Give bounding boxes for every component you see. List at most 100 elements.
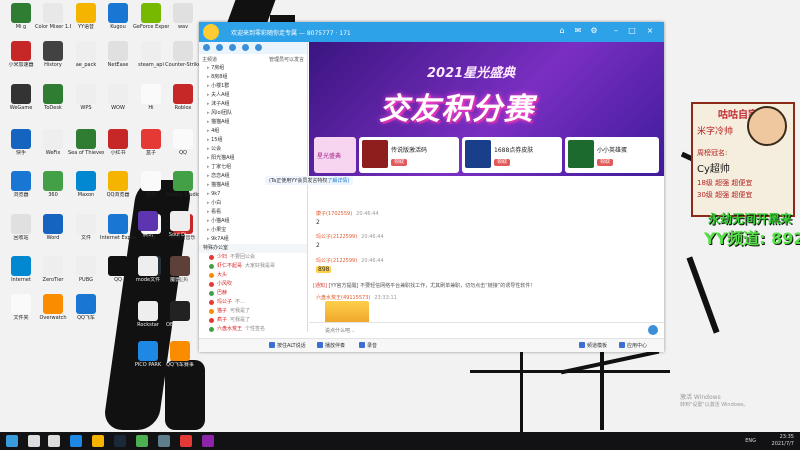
minimize-button[interactable]: – bbox=[611, 26, 621, 36]
desktop-icon[interactable]: Rockstar bbox=[130, 300, 166, 336]
desktop-icon[interactable]: GeForce Experience bbox=[133, 2, 169, 38]
taskbar-obs-icon[interactable] bbox=[158, 435, 170, 447]
emoji-icon[interactable] bbox=[648, 325, 658, 335]
desktop-icon[interactable]: OBS Studio bbox=[162, 300, 198, 336]
desktop-icon[interactable]: 腾讯 bbox=[130, 210, 166, 246]
desktop-icon[interactable]: Counter-Strike bbox=[165, 40, 201, 76]
desktop-icon[interactable]: QQ飞车 bbox=[68, 293, 104, 329]
record-button[interactable]: 录音 bbox=[359, 342, 377, 349]
desktop-icon[interactable]: PICO PARK bbox=[130, 340, 166, 376]
user-icon[interactable] bbox=[255, 44, 262, 51]
channel-group[interactable]: 夫人A组 bbox=[199, 91, 307, 100]
member-row[interactable]: 少妇 不要回公会 bbox=[199, 253, 307, 262]
channel-group[interactable]: 小果宝 bbox=[199, 226, 307, 235]
desktop-icon[interactable]: 盒子 bbox=[133, 128, 169, 164]
channel-group[interactable]: 15组 bbox=[199, 136, 307, 145]
channel-group[interactable]: 小楼1群 bbox=[199, 82, 307, 91]
channel-group[interactable]: 阳光猫A组 bbox=[199, 154, 307, 163]
channel-group[interactable]: 8房8组 bbox=[199, 73, 307, 82]
chat-icon[interactable] bbox=[216, 44, 223, 51]
vip-learn-more-link[interactable]: 了解详情) bbox=[327, 178, 349, 184]
desktop-icon[interactable]: Overwatch bbox=[35, 293, 71, 329]
channel-group[interactable]: 4组 bbox=[199, 127, 307, 136]
desktop-icon[interactable]: 文件夹 bbox=[3, 293, 39, 329]
app-center-button[interactable]: 应用中心 bbox=[619, 342, 647, 349]
member-row[interactable]: 疯子 可我是了 bbox=[199, 316, 307, 325]
desktop-icon[interactable]: WPS bbox=[68, 83, 104, 119]
desktop-icon[interactable]: 魔兽世界 bbox=[162, 255, 198, 291]
channel-group[interactable]: 9k7A组 bbox=[199, 235, 307, 244]
chat-area[interactable]: 康子(1702559) 20:46:44 2 玛公子(2122599) 20:46:… bbox=[309, 176, 664, 322]
desktop-icon[interactable]: 快手 bbox=[3, 128, 39, 164]
desktop-icon[interactable]: WOW bbox=[100, 83, 136, 119]
desktop-icon[interactable]: Internet bbox=[3, 255, 39, 291]
taskbar-steam-icon[interactable] bbox=[114, 435, 126, 447]
desktop-icon[interactable]: steam_api bbox=[133, 40, 169, 76]
taskbar-app2-icon[interactable] bbox=[202, 435, 214, 447]
desktop-icon[interactable]: NetEase bbox=[100, 40, 136, 76]
desktop-icon[interactable]: WeFix bbox=[35, 128, 71, 164]
desktop-icon[interactable]: 小米加速器 bbox=[3, 40, 39, 76]
close-button[interactable]: × bbox=[645, 26, 655, 36]
channel-group[interactable]: 风lol团队 bbox=[199, 109, 307, 118]
desktop-icon[interactable]: mode文件 bbox=[130, 255, 166, 291]
desktop-icon[interactable]: QQ飞车赛事 bbox=[162, 340, 198, 376]
desktop-icon[interactable]: WeGame bbox=[3, 83, 39, 119]
taskbar-app-icon[interactable] bbox=[180, 435, 192, 447]
member-row[interactable]: 虾仁不起哥 大家好我是哥 bbox=[199, 262, 307, 271]
chat-sender-name[interactable]: 玛公子(2122599) bbox=[316, 258, 357, 264]
member-row[interactable]: 猫子 可我是了 bbox=[199, 307, 307, 316]
sidebar-tabs[interactable] bbox=[199, 42, 307, 54]
reward-card[interactable]: 传说版激活码 领取 bbox=[359, 137, 459, 173]
taskbar-explorer-icon[interactable] bbox=[92, 435, 104, 447]
desktop-icon[interactable]: PUBG bbox=[68, 255, 104, 291]
channel-group[interactable]: 沫子A组 bbox=[199, 100, 307, 109]
member-row[interactable]: 六盘水荒王 个性签名 bbox=[199, 325, 307, 334]
home-icon[interactable]: ⌂ bbox=[557, 26, 567, 36]
desktop-icon[interactable]: 小红书 bbox=[100, 128, 136, 164]
ptt-button[interactable]: 按住ALT说话 bbox=[269, 342, 306, 349]
maximize-button[interactable]: □ bbox=[627, 26, 637, 36]
people-icon[interactable] bbox=[203, 44, 210, 51]
desktop-icon[interactable]: wav bbox=[165, 2, 201, 38]
desktop-icon[interactable]: Color Mixer 1.8 bbox=[35, 2, 71, 38]
settings-icon[interactable]: ⚙ bbox=[589, 26, 599, 36]
taskbar-search-icon[interactable] bbox=[28, 435, 40, 447]
desktop-icon[interactable]: Hi bbox=[133, 83, 169, 119]
desktop-icon[interactable]: Kugou bbox=[100, 2, 136, 38]
member-row[interactable]: 巴赫 bbox=[199, 289, 307, 298]
language-indicator[interactable]: ENG bbox=[745, 438, 756, 444]
desktop-icon[interactable]: 游戏 bbox=[133, 170, 169, 206]
section-title[interactable]: 特殊办公室 bbox=[199, 244, 307, 253]
reward-claim-button[interactable]: 领取 bbox=[597, 159, 613, 166]
channel-group[interactable]: 看看 bbox=[199, 208, 307, 217]
channel-group[interactable]: 公会 bbox=[199, 145, 307, 154]
taskbar-edge-icon[interactable] bbox=[70, 435, 82, 447]
desktop-icon[interactable]: QQ浏览器 bbox=[100, 170, 136, 206]
channel-group[interactable]: 小猫A组 bbox=[199, 217, 307, 226]
desktop-icon[interactable]: Roblox bbox=[165, 83, 201, 119]
member-row[interactable]: 大头 bbox=[199, 271, 307, 280]
desktop-icon[interactable]: Mi g bbox=[3, 2, 39, 38]
desktop-icon[interactable]: 浏览器 bbox=[3, 170, 39, 206]
desktop-icon[interactable]: Soul Di... bbox=[162, 210, 198, 246]
channel-group[interactable]: 丁家七组 bbox=[199, 163, 307, 172]
channel-root-label[interactable]: 主频道 bbox=[202, 56, 217, 63]
event-banner[interactable]: 2021星光盛典 交友积分赛 星光盛典 传说版激活码 领取 1688点券皮肤 领… bbox=[309, 42, 664, 176]
desktop-icon[interactable]: ToDesk bbox=[35, 83, 71, 119]
chat-input[interactable] bbox=[325, 326, 615, 336]
desktop-icon[interactable]: ae_pack bbox=[68, 40, 104, 76]
taskbar-start-icon[interactable] bbox=[6, 435, 18, 447]
desktop-icon[interactable]: Word bbox=[35, 213, 71, 249]
desktop-icon[interactable]: History bbox=[35, 40, 71, 76]
chat-sender-name[interactable]: 玛公子(2122599) bbox=[316, 234, 357, 240]
channel-group[interactable]: 猫猫A组 bbox=[199, 118, 307, 127]
reward-card[interactable]: 1688点券皮肤 领取 bbox=[462, 137, 562, 173]
banner-badge[interactable]: 星光盛典 bbox=[314, 137, 356, 173]
desktop-icon[interactable]: 回收站 bbox=[3, 213, 39, 249]
gift-icon[interactable]: ✉ bbox=[573, 26, 583, 36]
channel-group[interactable]: 7房组 bbox=[199, 64, 307, 73]
desktop-icon[interactable]: Maxon bbox=[68, 170, 104, 206]
desktop-icon[interactable]: Roblox Studio bbox=[165, 170, 201, 206]
template-button[interactable]: 频道模板 bbox=[579, 342, 607, 349]
